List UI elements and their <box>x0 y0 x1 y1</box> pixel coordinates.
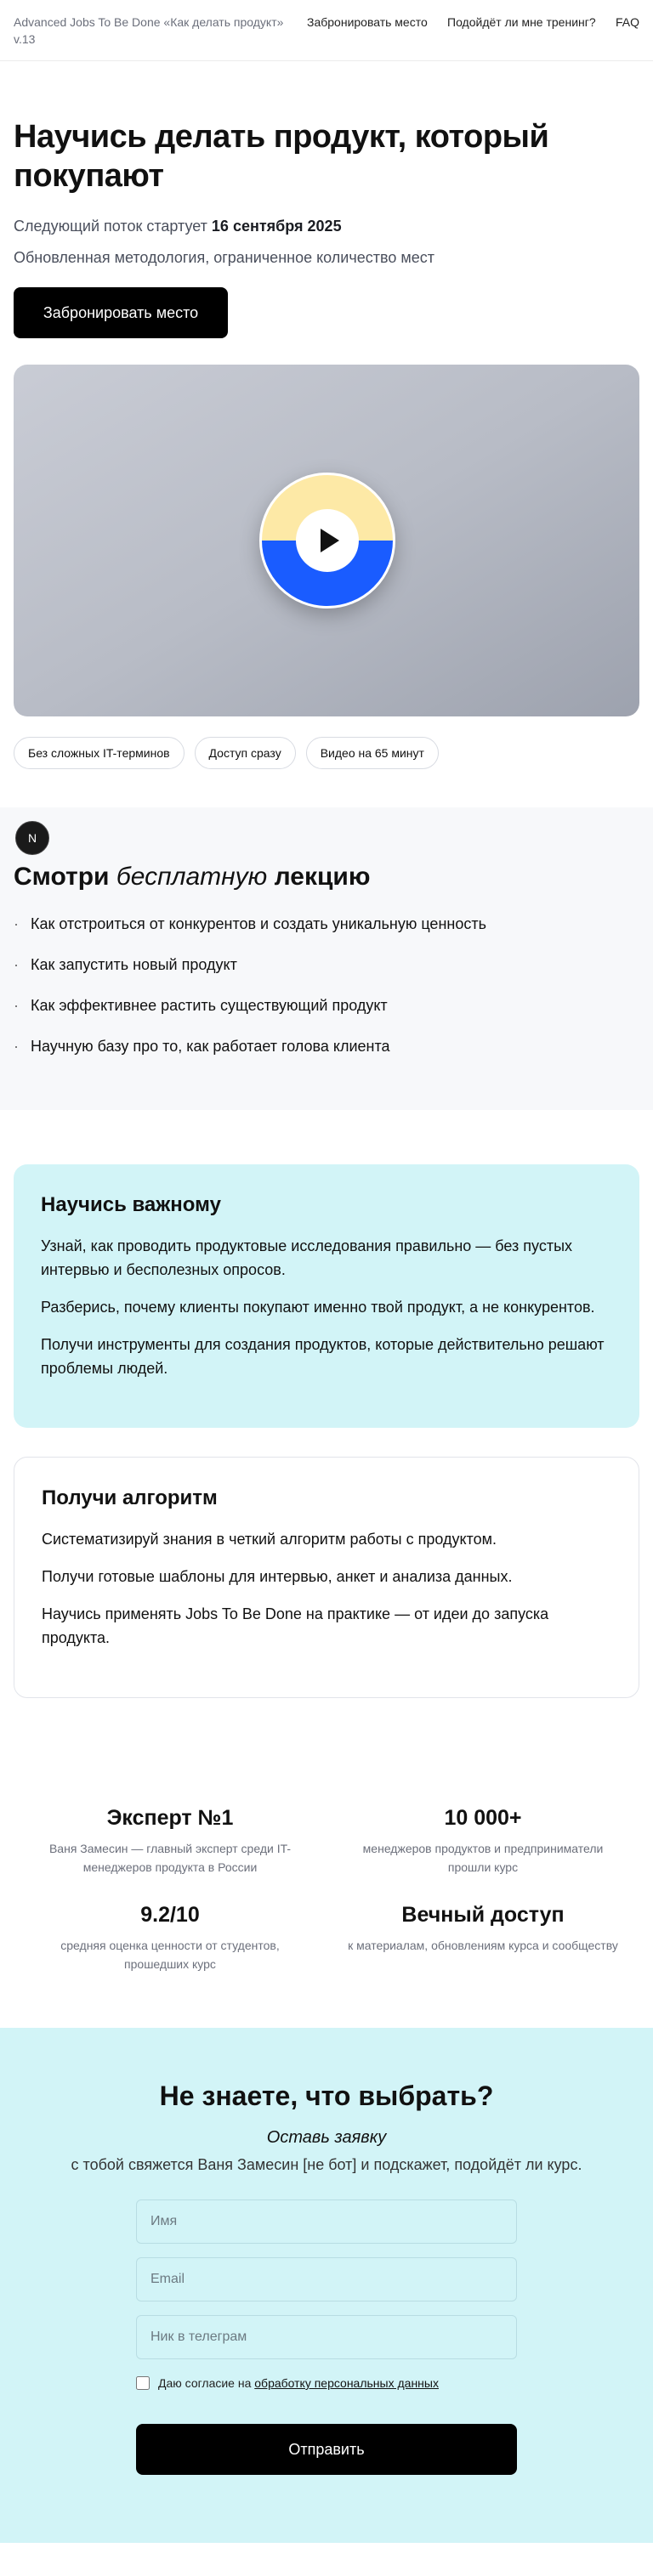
form-subtitle: Оставь заявку <box>266 2128 387 2147</box>
stat-description: менеджеров продуктов и предприниматели п… <box>362 1842 604 1874</box>
chip-no-jargon: Без сложных IT-терминов <box>14 737 185 769</box>
lecture-topics-list: Как отстроиться от конкурентов и создать… <box>14 913 639 1057</box>
lecture-title-italic: бесплатную <box>116 863 268 891</box>
lecture-title-post: лекцию <box>274 863 371 891</box>
video-player[interactable] <box>14 365 639 716</box>
book-seat-button[interactable]: Забронировать место <box>14 287 228 338</box>
list-item: Как запустить новый продукт <box>14 954 639 976</box>
stat-description: Ваня Замесин — главный эксперт среди IT-… <box>48 1842 292 1874</box>
email-field[interactable] <box>136 2257 517 2301</box>
next-start-date: 16 сентября 2025 <box>211 218 342 235</box>
form-description: с тобой свяжется Ваня Замесин [не бот] и… <box>71 2156 582 2173</box>
play-button-ring[interactable] <box>259 473 395 609</box>
learn-paragraph: Получи инструменты для создания продукто… <box>41 1336 605 1377</box>
stat-rating: 9.2/10 средняя оценка ценности от студен… <box>14 1900 326 1973</box>
application-form: Даю согласие на обработку персональных д… <box>136 2200 517 2475</box>
list-item: Как эффективнее растить существующий про… <box>14 994 639 1016</box>
stat-value: 10 000+ <box>444 1806 522 1830</box>
stat-description: средняя оценка ценности от студентов, пр… <box>60 1939 280 1971</box>
telegram-field[interactable] <box>136 2315 517 2359</box>
stat-value: 9.2/10 <box>140 1903 200 1927</box>
stat-description: к материалам, обновлениям курса и сообще… <box>348 1939 618 1952</box>
algorithm-card: Получи алгоритм Систематизируй знания в … <box>14 1457 639 1698</box>
consent-prefix: Даю согласие на <box>158 2376 252 2390</box>
name-field[interactable] <box>136 2200 517 2244</box>
algorithm-paragraph: Получи готовые шаблоны для интервью, анк… <box>42 1568 513 1585</box>
learn-paragraph: Узнай, как проводить продуктовые исследо… <box>41 1237 573 1278</box>
list-item: Как отстроиться от конкурентов и создать… <box>14 913 639 935</box>
algorithm-card-title: Получи алгоритм <box>42 1486 218 1509</box>
hero-note: Обновленная методология, ограниченное ко… <box>14 249 434 266</box>
nav-book-link[interactable]: Забронировать место <box>307 14 447 31</box>
consent-text: Даю согласие на обработку персональных д… <box>158 2376 439 2390</box>
feature-chips: Без сложных IT-терминов Доступ сразу Вид… <box>0 716 653 769</box>
stat-value: Вечный доступ <box>401 1903 565 1927</box>
application-form-section: Не знаете, что выбрать? Оставь заявку с … <box>0 2028 653 2543</box>
lecture-title-pre: Смотри <box>14 863 110 891</box>
form-title: Не знаете, что выбрать? <box>159 2081 494 2111</box>
nav-fit-link[interactable]: Подойдёт ли мне тренинг? <box>447 14 613 31</box>
stat-graduates: 10 000+ менеджеров продуктов и предприни… <box>326 1803 639 1877</box>
next-start-text: Следующий поток стартует 16 сентября 202… <box>14 218 639 235</box>
chip-instant-access: Доступ сразу <box>194 737 296 769</box>
chip-video-length: Видео на 65 минут <box>305 737 439 769</box>
stat-value: Эксперт №1 <box>106 1806 234 1830</box>
list-item: Научную базу про то, как работает голова… <box>14 1035 639 1057</box>
algorithm-paragraph: Научись применять Jobs To Be Done на пра… <box>42 1605 549 1646</box>
free-lecture-section: Смотри бесплатную лекцию Как отстроиться… <box>0 807 653 1110</box>
lecture-title: Смотри бесплатную лекцию <box>14 860 639 894</box>
play-icon <box>321 529 339 552</box>
learn-paragraph: Разберись, почему клиенты покупают именн… <box>41 1299 595 1316</box>
hero-title: Научись делать продукт, который покупают <box>14 119 549 194</box>
learn-card-title: Научись важному <box>41 1193 221 1216</box>
stats-grid: Эксперт №1 Ваня Замесин — главный экспер… <box>0 1698 653 1973</box>
play-button[interactable] <box>296 509 359 572</box>
nav-faq-link[interactable]: FAQ <box>616 14 639 31</box>
stat-expert: Эксперт №1 Ваня Замесин — главный экспер… <box>14 1803 326 1877</box>
learn-important-card: Научись важному Узнай, как проводить про… <box>14 1164 639 1428</box>
brand-title[interactable]: Advanced Jobs To Be Done «Как делать про… <box>14 14 307 48</box>
site-header: Advanced Jobs To Be Done «Как делать про… <box>0 0 653 61</box>
consent-row: Даю согласие на обработку персональных д… <box>136 2376 517 2390</box>
consent-checkbox[interactable] <box>136 2376 150 2390</box>
algorithm-paragraph: Систематизируй знания в четкий алгоритм … <box>42 1531 497 1548</box>
hero-section: Научись делать продукт, который покупают… <box>0 61 653 338</box>
privacy-policy-link[interactable]: обработку персональных данных <box>254 2376 439 2390</box>
floating-n-badge[interactable]: N <box>15 821 49 855</box>
stat-lifetime-access: Вечный доступ к материалам, обновлениям … <box>326 1900 639 1973</box>
next-start-prefix: Следующий поток стартует <box>14 218 207 235</box>
submit-button[interactable]: Отправить <box>136 2424 517 2475</box>
